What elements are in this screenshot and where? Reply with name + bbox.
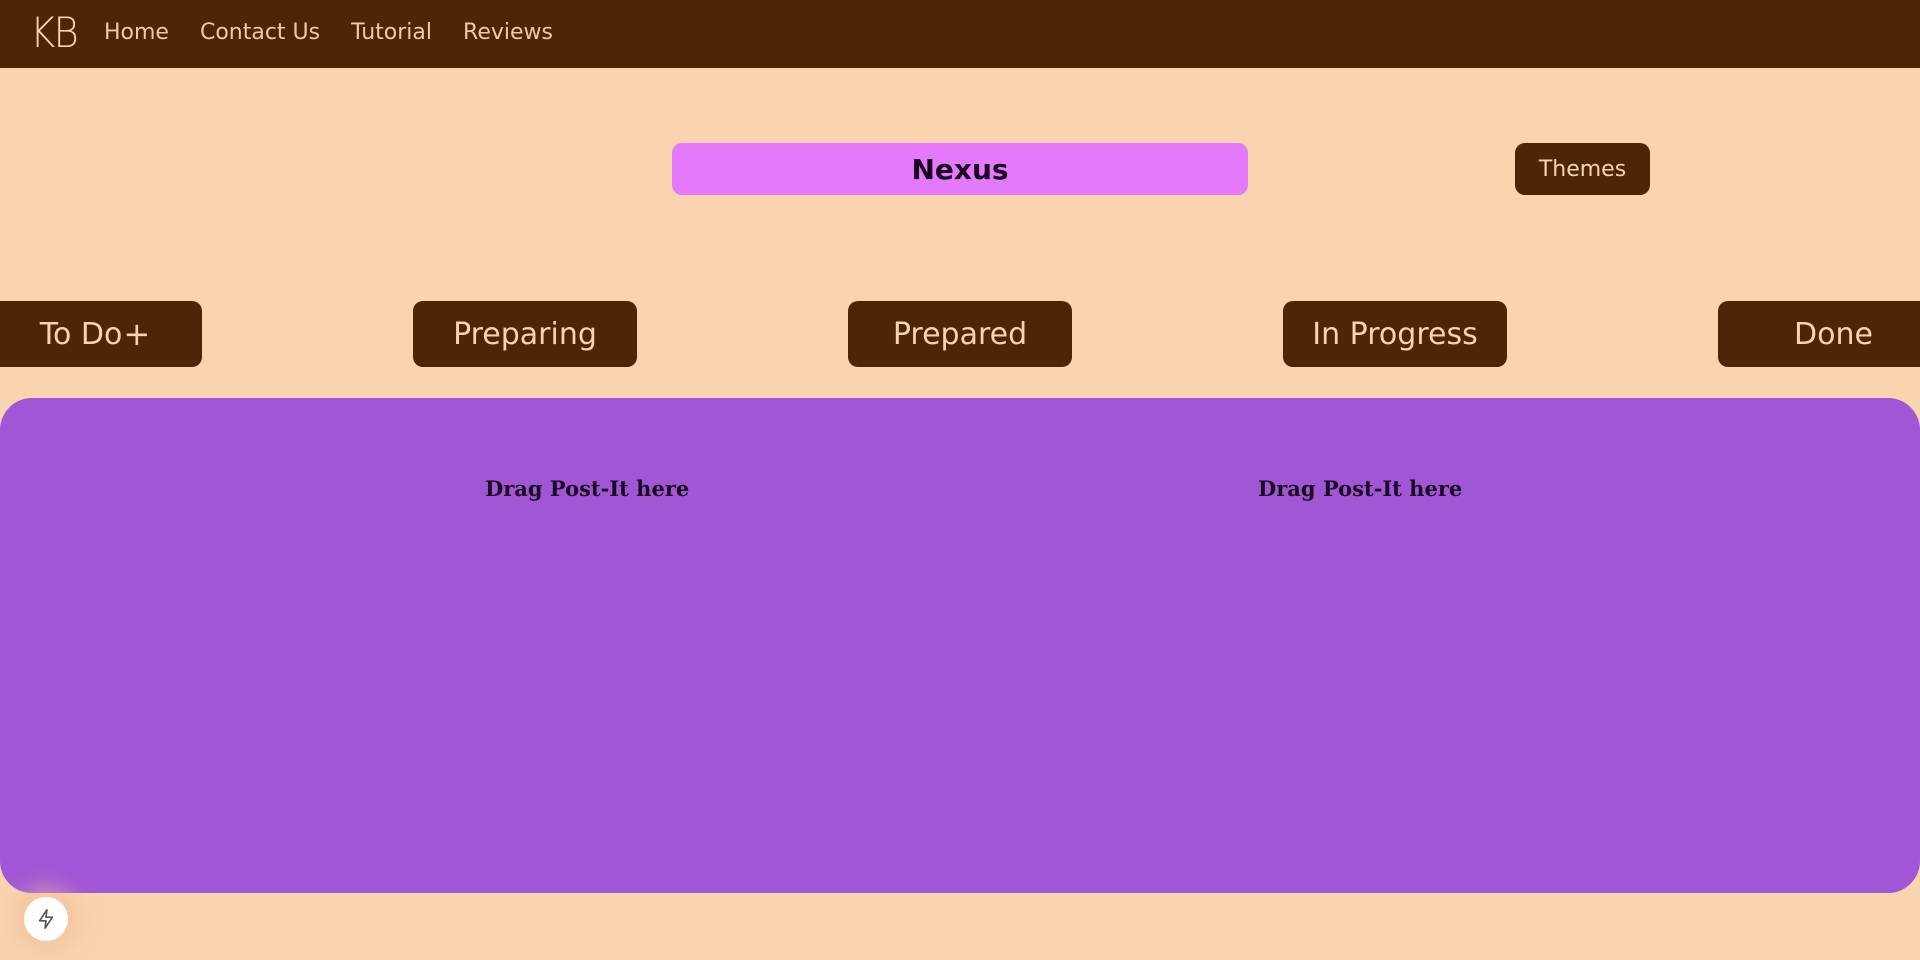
column-header-preparing[interactable]: Preparing bbox=[413, 301, 637, 367]
brand-logo[interactable]: KB bbox=[30, 10, 79, 56]
column-header-in-progress[interactable]: In Progress bbox=[1283, 301, 1507, 367]
board-title[interactable]: Nexus bbox=[672, 143, 1248, 195]
add-task-icon[interactable]: + bbox=[123, 318, 150, 350]
top-navbar: KB Home Contact Us Tutorial Reviews bbox=[0, 0, 1920, 68]
column-label-to-do: To Do bbox=[39, 316, 123, 352]
nav-links: Home Contact Us Tutorial Reviews bbox=[104, 20, 553, 46]
column-header-to-do[interactable]: To Do + bbox=[0, 301, 202, 367]
column-header-prepared[interactable]: Prepared bbox=[848, 301, 1072, 367]
nav-link-home[interactable]: Home bbox=[104, 20, 169, 46]
lightning-bolt-icon bbox=[38, 909, 54, 929]
nav-link-reviews[interactable]: Reviews bbox=[463, 20, 553, 46]
post-it-drop-area[interactable]: Drag Post-It here Drag Post-It here bbox=[0, 398, 1920, 893]
column-header-done[interactable]: Done bbox=[1718, 301, 1920, 367]
themes-button[interactable]: Themes bbox=[1515, 143, 1650, 195]
floating-action-button[interactable] bbox=[24, 897, 68, 941]
nav-link-contact-us[interactable]: Contact Us bbox=[200, 20, 320, 46]
drop-hint: Drag Post-It here bbox=[1258, 476, 1463, 501]
nav-link-tutorial[interactable]: Tutorial bbox=[351, 20, 432, 46]
drop-hint: Drag Post-It here bbox=[485, 476, 690, 501]
